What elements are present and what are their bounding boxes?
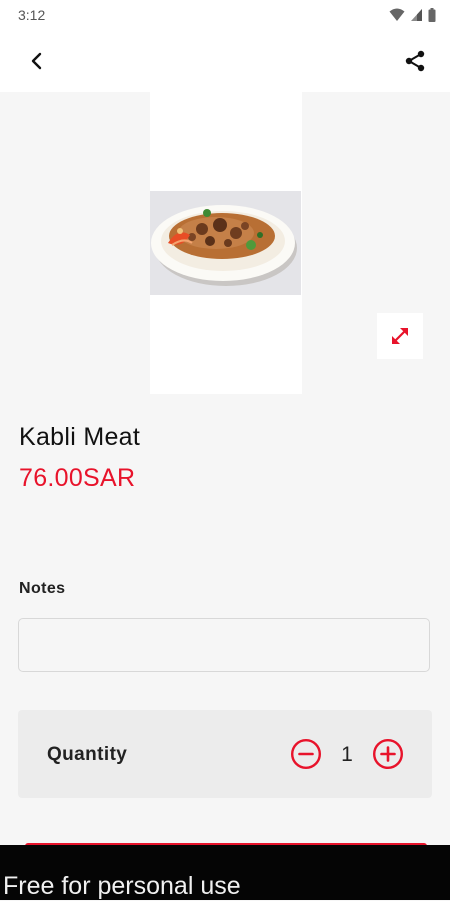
quantity-label: Quantity (47, 744, 128, 765)
quantity-value: 1 (341, 743, 353, 766)
status-bar: 3:12 (0, 0, 450, 30)
chevron-left-icon (31, 52, 42, 70)
signal-icon (411, 9, 422, 21)
notes-label: Notes (19, 580, 66, 597)
product-name: Kabli Meat (19, 423, 141, 451)
share-button[interactable] (398, 44, 432, 78)
product-image-card[interactable] (150, 92, 302, 394)
back-button[interactable] (20, 44, 54, 78)
expand-image-button[interactable] (377, 313, 423, 359)
share-icon (405, 50, 425, 72)
watermark-bar: Free for personal use (0, 845, 450, 900)
quantity-box: Quantity 1 (18, 710, 432, 798)
product-image-area (0, 92, 450, 394)
product-price: 76.00SAR (19, 464, 136, 492)
notes-input[interactable] (18, 618, 430, 672)
food-photo (150, 191, 301, 295)
minus-circle-icon[interactable] (290, 738, 322, 770)
expand-icon (392, 328, 408, 344)
plus-circle-icon[interactable] (372, 738, 404, 770)
watermark-text: Free for personal use (3, 872, 241, 900)
status-icons (389, 7, 436, 23)
battery-icon (428, 8, 436, 22)
status-time: 3:12 (18, 7, 46, 23)
app-bar (0, 30, 450, 92)
wifi-icon (389, 8, 405, 21)
